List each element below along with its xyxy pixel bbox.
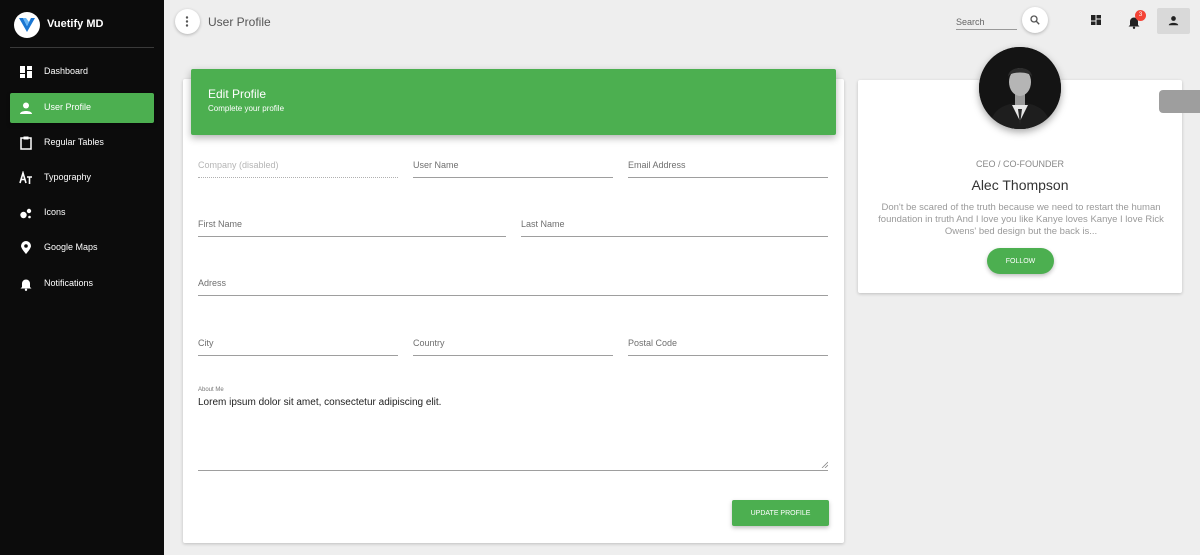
more-vertical-icon <box>185 16 189 27</box>
city-input[interactable] <box>198 338 398 348</box>
vuetify-logo-icon <box>14 12 40 38</box>
profile-name: Alec Thompson <box>971 177 1069 193</box>
about-me-textarea[interactable]: Lorem ipsum dolor sit amet, consectetur … <box>198 397 826 465</box>
search-input[interactable] <box>956 14 1017 30</box>
update-profile-button[interactable]: UPDATE PROFILE <box>732 500 829 526</box>
address-field[interactable] <box>198 274 828 296</box>
dashboard-icon <box>20 66 32 78</box>
bubbles-icon <box>20 208 32 219</box>
edit-profile-subtitle: Complete your profile <box>208 104 285 113</box>
person-icon <box>20 102 32 114</box>
username-input[interactable] <box>413 160 613 170</box>
menu-button[interactable] <box>175 9 200 34</box>
sidebar-item-label: Typography <box>44 172 92 182</box>
first-name-field[interactable] <box>198 215 506 237</box>
postal-code-field[interactable] <box>628 334 828 356</box>
sidebar: Vuetify MD Dashboard User Profile Regula… <box>0 0 164 555</box>
avatar <box>979 47 1061 129</box>
address-input[interactable] <box>198 278 828 288</box>
company-input <box>198 160 398 170</box>
sidebar-item-icons[interactable]: Icons <box>10 198 154 228</box>
email-input[interactable] <box>628 160 828 170</box>
first-name-input[interactable] <box>198 219 506 229</box>
account-button[interactable] <box>1157 8 1190 34</box>
typography-icon <box>19 171 32 184</box>
dashboard-icon[interactable] <box>1089 13 1103 27</box>
about-me-label: About Me <box>198 387 224 393</box>
clipboard-icon <box>20 136 32 150</box>
sidebar-item-notifications[interactable]: Notifications <box>10 269 154 299</box>
resize-grip-icon[interactable] <box>821 461 828 468</box>
page-title: User Profile <box>208 15 271 29</box>
sidebar-item-typography[interactable]: Typography <box>10 163 154 193</box>
sidebar-divider <box>10 47 154 48</box>
bell-icon <box>20 279 32 291</box>
edit-profile-header: Edit Profile Complete your profile <box>191 69 836 135</box>
last-name-input[interactable] <box>521 219 828 229</box>
brand[interactable]: Vuetify MD <box>0 0 164 48</box>
search-field[interactable] <box>956 12 1017 30</box>
sidebar-item-label: Regular Tables <box>44 137 104 147</box>
country-input[interactable] <box>413 338 613 348</box>
person-icon <box>1168 16 1179 26</box>
sidebar-item-regular-tables[interactable]: Regular Tables <box>10 128 154 158</box>
notification-badge: 3 <box>1135 10 1146 21</box>
map-pin-icon <box>21 241 31 254</box>
company-field <box>198 156 398 178</box>
username-field[interactable] <box>413 156 613 178</box>
sidebar-item-label: Notifications <box>44 278 94 288</box>
sidebar-item-label: Google Maps <box>44 242 98 252</box>
edit-profile-card <box>183 79 844 543</box>
sidebar-item-google-maps[interactable]: Google Maps <box>10 233 154 263</box>
last-name-field[interactable] <box>521 215 828 237</box>
profile-role: CEO / CO-FOUNDER <box>975 159 1064 169</box>
search-icon <box>1030 15 1040 25</box>
sidebar-item-label: Dashboard <box>44 66 89 76</box>
brand-name: Vuetify MD <box>47 18 104 30</box>
email-field[interactable] <box>628 156 828 178</box>
settings-drawer-tab[interactable] <box>1159 90 1200 113</box>
sidebar-item-label: User Profile <box>44 102 92 112</box>
search-button[interactable] <box>1022 7 1048 33</box>
edit-profile-title: Edit Profile <box>208 87 267 101</box>
follow-button[interactable]: FOLLOW <box>987 248 1054 274</box>
profile-bio: Don't be scared of the truth because we … <box>878 202 1164 237</box>
country-field[interactable] <box>413 334 613 356</box>
about-me-field[interactable]: About Me Lorem ipsum dolor sit amet, con… <box>198 385 828 471</box>
sidebar-item-label: Icons <box>44 207 66 217</box>
sidebar-item-dashboard[interactable]: Dashboard <box>10 57 154 87</box>
city-field[interactable] <box>198 334 398 356</box>
postal-code-input[interactable] <box>628 338 828 348</box>
sidebar-item-user-profile[interactable]: User Profile <box>10 93 154 123</box>
